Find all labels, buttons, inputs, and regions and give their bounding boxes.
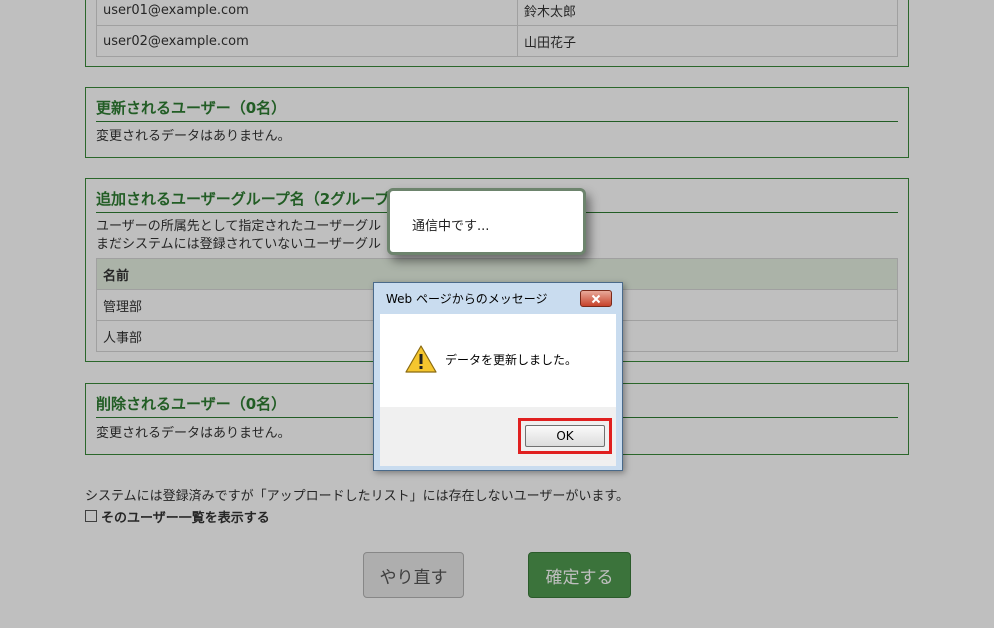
dialog-body: データを更新しました。 OK [380, 314, 616, 466]
alert-dialog: Web ページからのメッセージ データを更新しました。 OK [373, 282, 623, 471]
close-icon [591, 294, 601, 303]
loading-text: 通信中です... [412, 219, 490, 234]
dialog-close-button[interactable] [580, 290, 612, 307]
ok-button[interactable]: OK [525, 425, 605, 447]
loading-popup: 通信中です... [387, 188, 586, 255]
warning-icon [405, 345, 437, 373]
dialog-titlebar[interactable]: Web ページからのメッセージ [374, 283, 622, 313]
dialog-message: データを更新しました。 [445, 353, 578, 367]
ok-button-highlight: OK [518, 418, 612, 454]
dialog-title: Web ページからのメッセージ [386, 292, 548, 306]
